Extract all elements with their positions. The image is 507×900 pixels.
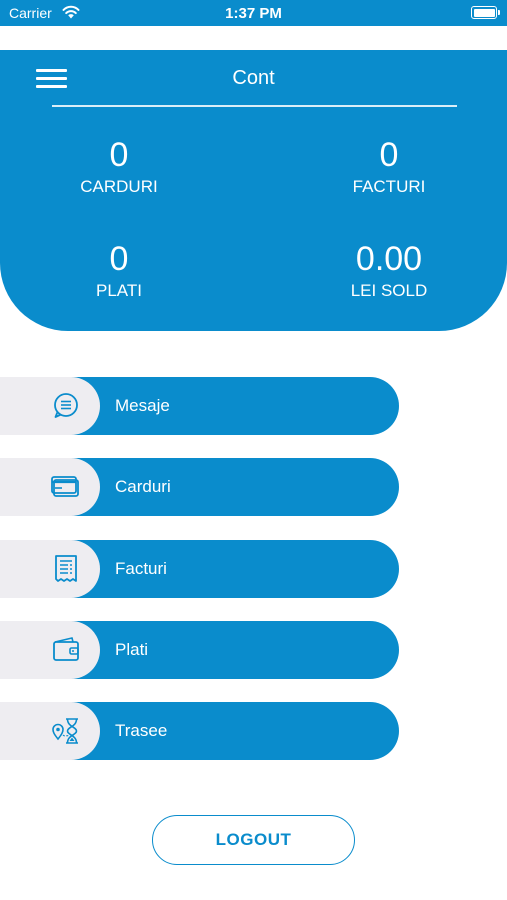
header-divider — [52, 105, 457, 107]
menu-item-label: Plati — [115, 640, 149, 659]
menu-icon-container — [0, 377, 100, 435]
credit-card-icon — [51, 476, 79, 497]
stat-invoices-label: FACTURI — [352, 177, 426, 196]
menu-item-cards[interactable]: Carduri — [0, 458, 399, 516]
stat-invoices: 0 FACTURI — [309, 136, 469, 197]
stat-balance: 0.00 LEI SOLD — [309, 240, 469, 301]
menu-item-invoices[interactable]: Facturi — [0, 540, 399, 598]
battery-icon — [471, 6, 500, 19]
stat-balance-value: 0.00 — [355, 240, 423, 278]
menu-item-label: Carduri — [115, 477, 171, 496]
status-bar: Carrier 1:37 PM — [0, 0, 507, 26]
stat-cards-label: CARDURI — [80, 177, 158, 196]
menu-item-label: Mesaje — [115, 396, 170, 415]
stat-cards-value: 0 — [109, 136, 129, 174]
menu-item-payments[interactable]: Plati — [0, 621, 399, 679]
menu-item-routes[interactable]: Trasee — [0, 702, 399, 760]
stat-payments: 0 PLATI — [39, 240, 199, 301]
stat-balance-label: LEI SOLD — [350, 281, 428, 300]
stat-invoices-value: 0 — [379, 136, 399, 174]
logout-button[interactable]: LOGOUT — [152, 815, 355, 865]
page-title: Cont — [232, 67, 275, 89]
menu-item-label: Trasee — [115, 721, 168, 740]
chat-icon — [54, 393, 78, 418]
clock: 1:37 PM — [225, 5, 282, 22]
account-header: Cont 0 CARDURI 0 FACTURI 0 PLATI 0.00 LE… — [0, 50, 507, 331]
menu-icon-container — [0, 458, 100, 516]
menu-icon-container — [0, 621, 100, 679]
route-icon — [52, 718, 78, 744]
wallet-icon — [53, 637, 79, 661]
stat-payments-value: 0 — [109, 240, 129, 278]
menu-icon-container — [0, 540, 100, 598]
stat-payments-label: PLATI — [96, 281, 142, 300]
receipt-icon — [55, 555, 77, 582]
menu-item-label: Facturi — [115, 559, 167, 578]
stat-cards: 0 CARDURI — [39, 136, 199, 197]
menu-item-messages[interactable]: Mesaje — [0, 377, 399, 435]
menu-icon-container — [0, 702, 100, 760]
